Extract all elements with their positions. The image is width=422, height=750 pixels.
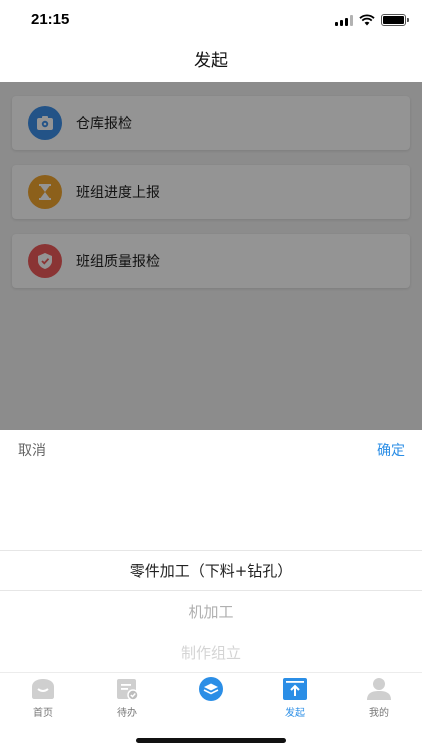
upload-icon: [282, 677, 308, 701]
home-indicator: [136, 738, 286, 743]
tab-todo[interactable]: 待办: [97, 677, 157, 719]
modal-overlay[interactable]: [0, 82, 422, 430]
tab-label: 发起: [285, 708, 305, 719]
picker-selection-line-top: [0, 550, 422, 551]
picker-option-selected[interactable]: 零件加工（下料+钻孔）: [0, 560, 422, 581]
picker-option[interactable]: 制作组立: [0, 642, 422, 663]
layers-icon: [198, 677, 224, 701]
wifi-icon: [359, 14, 375, 26]
tab-label: 我的: [369, 708, 389, 719]
tab-label: 待办: [117, 708, 137, 719]
picker-sheet: 取消 确定 零件加工（下料+钻孔） 机加工 制作组立: [0, 430, 422, 672]
picker-selection-line-bottom: [0, 590, 422, 591]
user-icon: [366, 677, 392, 701]
tab-home[interactable]: 首页: [13, 677, 73, 719]
tab-launch[interactable]: 发起: [265, 677, 325, 719]
cancel-button[interactable]: 取消: [18, 440, 46, 460]
tab-profile[interactable]: 我的: [349, 677, 409, 719]
tab-center[interactable]: [181, 677, 241, 704]
picker-toolbar: 取消 确定: [0, 430, 422, 470]
status-time: 21:15: [31, 11, 70, 28]
status-bar: 21:15: [0, 0, 422, 40]
tab-label: 首页: [33, 708, 53, 719]
battery-icon: [381, 14, 409, 26]
home-icon: [30, 677, 56, 701]
picker-option[interactable]: 机加工: [0, 601, 422, 622]
status-icons: [335, 13, 409, 27]
signal-icon: [335, 14, 353, 26]
todo-icon: [114, 677, 140, 701]
page-title: 发起: [0, 40, 422, 82]
confirm-button[interactable]: 确定: [377, 440, 405, 460]
